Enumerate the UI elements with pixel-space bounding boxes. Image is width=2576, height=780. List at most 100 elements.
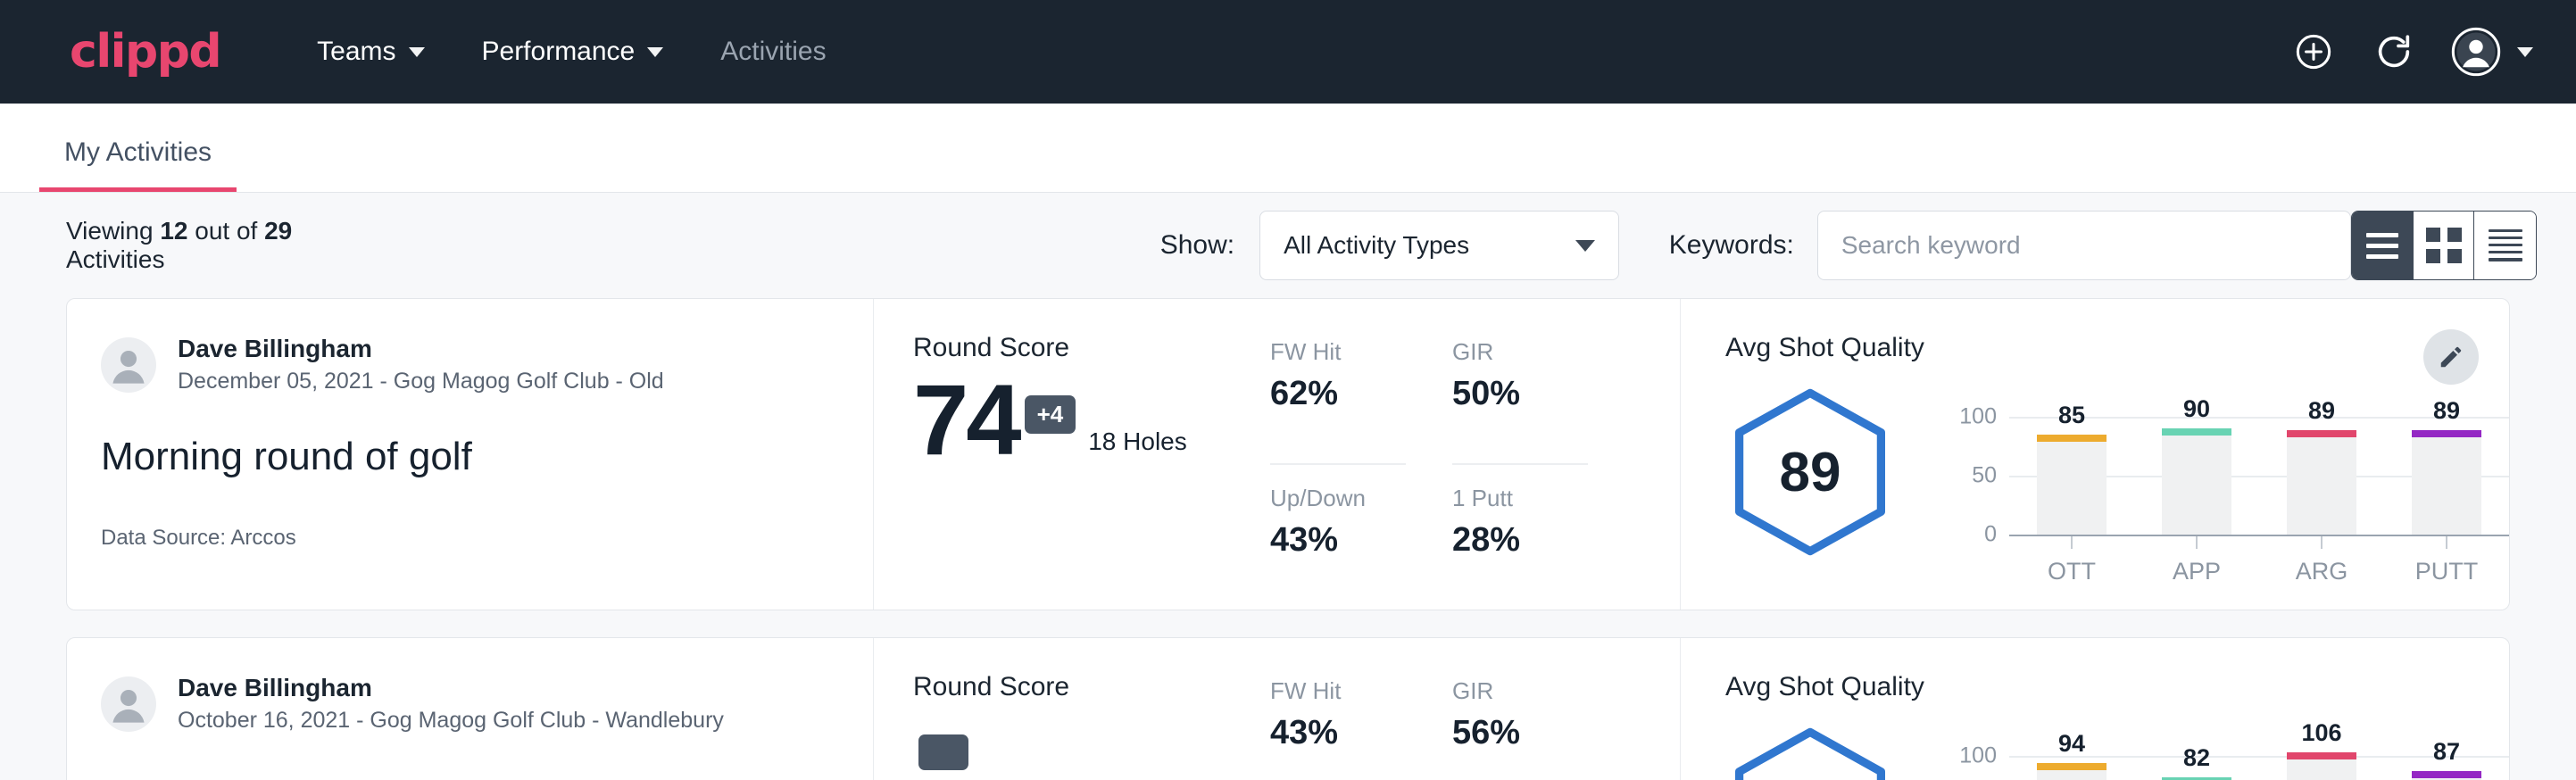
x-axis-category: ARG <box>2259 535 2384 585</box>
pencil-icon <box>2438 344 2464 370</box>
x-axis-tick-label: APP <box>2173 558 2221 585</box>
list-view-icon <box>2366 233 2398 259</box>
hexagon-icon <box>1725 726 1895 780</box>
viewing-suffix: Activities <box>66 245 164 273</box>
refresh-icon <box>2373 31 2414 72</box>
x-axis-category: OTT <box>2009 535 2134 585</box>
chevron-down-icon <box>409 47 425 57</box>
stat-label: GIR <box>1452 338 1588 366</box>
stat-label: 1 Putt <box>1452 485 1588 512</box>
avg-shot-quality-row: 89 05010085908989 OTTAPPARGPUTT <box>1725 363 2509 585</box>
activity-author: Dave Billingham December 05, 2021 - Gog … <box>101 333 830 397</box>
search-input[interactable] <box>1817 211 2351 280</box>
grid-view-button[interactable] <box>2414 212 2475 279</box>
activity-type-select[interactable]: All Activity Types <box>1259 211 1619 280</box>
activity-type-select-value: All Activity Types <box>1284 231 1469 260</box>
stat-value: 62% <box>1270 375 1406 413</box>
bar-value-label: 82 <box>2183 744 2210 772</box>
y-axis-tick-label: 0 <box>1984 522 1997 548</box>
avg-shot-quality-value: 89 <box>1780 441 1841 504</box>
viewing-total: 29 <box>264 217 292 245</box>
avg-shot-quality-row: 050100948210687 OTTAPPARGPUTT <box>1725 702 2509 780</box>
avg-shot-quality-label: Avg Shot Quality <box>1725 672 2509 702</box>
nav-item-performance[interactable]: Performance <box>453 28 693 76</box>
activity-meta: October 16, 2021 - Gog Magog Golf Club -… <box>178 706 724 736</box>
shot-quality-chart: 05010085908989 OTTAPPARGPUTT <box>2009 383 2509 585</box>
x-axis-tick <box>2446 535 2447 549</box>
stat-value: 50% <box>1452 375 1588 413</box>
bar-value-label: 89 <box>2433 397 2460 425</box>
chevron-down-icon <box>647 47 663 57</box>
round-score-row <box>913 718 1270 770</box>
holes-count: 18 Holes <box>1088 427 1187 461</box>
view-mode-toggle-group <box>2351 211 2537 280</box>
viewing-count-text: Viewing 12 out of 29 Activities <box>66 217 357 274</box>
compact-view-button[interactable] <box>2474 212 2536 279</box>
edit-activity-button[interactable] <box>2423 329 2479 385</box>
plus-circle-icon <box>2293 31 2334 72</box>
nav-item-teams-label: Teams <box>317 37 395 67</box>
bar <box>2412 430 2481 535</box>
activity-card[interactable]: Dave Billingham October 16, 2021 - Gog M… <box>66 637 2510 780</box>
x-axis-tick <box>2321 535 2323 549</box>
bar-column: 106 <box>2259 719 2384 780</box>
activity-summary: Dave Billingham December 05, 2021 - Gog … <box>67 299 874 610</box>
filter-bar: Viewing 12 out of 29 Activities Show: Al… <box>0 193 2576 298</box>
stat-value: 43% <box>1270 714 1406 752</box>
tab-my-activities[interactable]: My Activities <box>39 137 237 192</box>
bar-column: 94 <box>2009 730 2134 780</box>
activity-author: Dave Billingham October 16, 2021 - Gog M… <box>101 672 830 736</box>
person-icon <box>101 337 156 393</box>
author-name: Dave Billingham <box>178 672 724 704</box>
refresh-button[interactable] <box>2371 29 2417 75</box>
nav-item-teams[interactable]: Teams <box>288 28 453 76</box>
bar-value-label: 89 <box>2308 397 2335 425</box>
bar <box>2037 435 2107 535</box>
compact-view-icon <box>2489 229 2522 261</box>
clippd-logo[interactable]: clippd <box>70 25 220 79</box>
y-axis-tick-label: 50 <box>1972 463 1997 489</box>
activity-card[interactable]: Dave Billingham December 05, 2021 - Gog … <box>66 298 2510 610</box>
show-label: Show: <box>1160 230 1234 261</box>
bar-cap <box>2162 428 2231 436</box>
bar-value-label: 87 <box>2433 738 2460 766</box>
round-score-label: Round Score <box>913 333 1270 363</box>
nav-item-performance-label: Performance <box>482 37 636 67</box>
avg-shot-quality-block: Avg Shot Quality 050100948210687 OTTAPPA… <box>1681 638 2509 780</box>
stat-grid: FW Hit 62% GIR 50% Up/Down 43% 1 Putt 28… <box>1270 338 1588 610</box>
tab-bar: My Activities <box>0 104 2576 193</box>
y-axis-tick-label: 100 <box>1959 743 1997 769</box>
bar-cap <box>2412 430 2481 437</box>
bar-cap <box>2287 430 2356 437</box>
list-view-button[interactable] <box>2352 212 2414 279</box>
account-menu[interactable] <box>2451 27 2533 77</box>
bar-value-label: 94 <box>2058 730 2085 758</box>
activity-scores: Round Score FW Hit 43% GIR 56% <box>874 638 1681 780</box>
stat-label: FW Hit <box>1270 677 1406 705</box>
stat-gir: GIR 56% <box>1452 677 1588 780</box>
add-button[interactable] <box>2290 29 2337 75</box>
nav-item-activities[interactable]: Activities <box>692 28 854 76</box>
bar-value-label: 85 <box>2058 402 2085 429</box>
stat-value: 28% <box>1452 521 1588 560</box>
bar-column: 85 <box>2009 402 2134 535</box>
round-score-label: Round Score <box>913 672 1270 702</box>
score-delta-badge: +4 <box>1025 395 1076 434</box>
bar-value-label: 106 <box>2301 719 2341 747</box>
stat-label: Up/Down <box>1270 485 1406 512</box>
bar <box>2162 428 2231 535</box>
stat-up-down: Up/Down 43% <box>1270 485 1406 610</box>
x-axis-tick-label: ARG <box>2296 558 2348 585</box>
bar-series: 85 90 89 89 <box>2009 383 2509 535</box>
round-score-value: 74 <box>913 379 1019 461</box>
nav-actions <box>2290 27 2533 77</box>
activity-scores: Round Score 74 +4 18 Holes FW Hit 62% GI… <box>874 299 1681 610</box>
avatar <box>101 337 156 393</box>
bar-cap <box>2037 763 2107 770</box>
activity-title: Morning round of golf <box>101 435 830 479</box>
viewing-prefix: Viewing <box>66 217 160 245</box>
bar-value-label: 90 <box>2183 395 2210 423</box>
score-delta-badge <box>918 734 968 770</box>
keywords-label: Keywords: <box>1669 230 1794 261</box>
page-body: Viewing 12 out of 29 Activities Show: Al… <box>0 193 2576 780</box>
